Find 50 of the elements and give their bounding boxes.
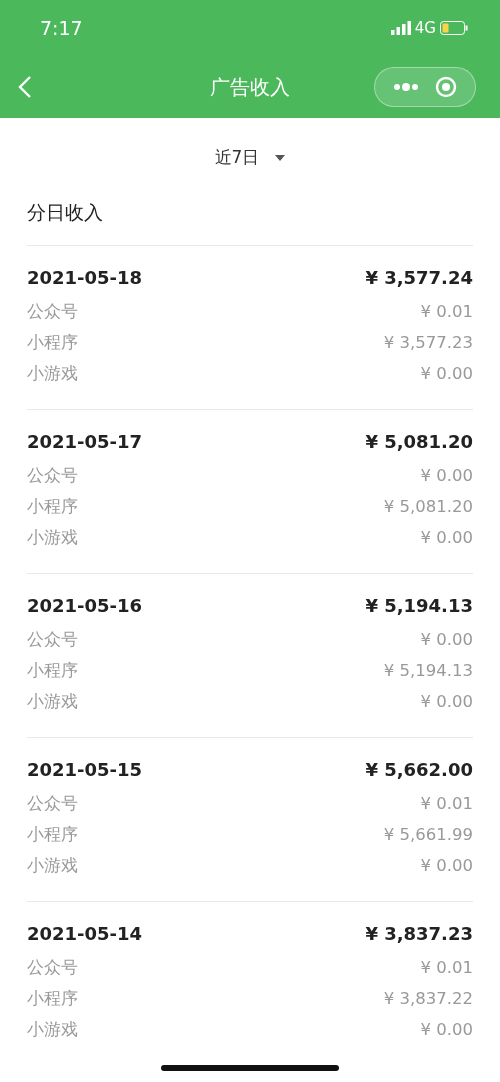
source-label: 小程序 xyxy=(27,331,78,354)
source-amount: ¥ 0.00 xyxy=(420,1018,473,1041)
day-total: ¥ 5,081.20 xyxy=(365,430,473,454)
page-title: 广告收入 xyxy=(210,74,290,101)
day-total: ¥ 3,837.23 xyxy=(365,922,473,946)
day-total: ¥ 5,194.13 xyxy=(365,594,473,618)
source-label: 公众号 xyxy=(27,792,78,815)
source-amount: ¥ 3,577.23 xyxy=(383,331,473,354)
source-amount: ¥ 5,081.20 xyxy=(383,495,473,518)
source-amount: ¥ 3,837.22 xyxy=(383,987,473,1010)
source-amount: ¥ 5,194.13 xyxy=(383,659,473,682)
source-label: 小程序 xyxy=(27,987,78,1010)
source-amount: ¥ 0.01 xyxy=(420,956,473,979)
day-total: ¥ 5,662.00 xyxy=(365,758,473,782)
date-label: 2021-05-14 xyxy=(27,922,143,946)
day-total: ¥ 3,577.24 xyxy=(365,266,473,290)
network-label: 4G xyxy=(414,17,436,39)
source-label: 公众号 xyxy=(27,956,78,979)
date-label: 2021-05-18 xyxy=(27,266,143,290)
status-time: 7:17 xyxy=(40,15,83,41)
date-label: 2021-05-15 xyxy=(27,758,143,782)
date-label: 2021-05-17 xyxy=(27,430,143,454)
back-icon[interactable] xyxy=(18,75,32,99)
source-label: 小游戏 xyxy=(27,1018,78,1041)
source-amount: ¥ 0.00 xyxy=(420,464,473,487)
battery-icon xyxy=(440,21,468,35)
source-label: 小游戏 xyxy=(27,690,78,713)
source-amount: ¥ 0.01 xyxy=(420,792,473,815)
section-title: 分日收入 xyxy=(26,200,104,225)
source-amount: ¥ 0.00 xyxy=(420,854,473,877)
signal-icon xyxy=(390,21,411,35)
caret-icon xyxy=(275,155,286,161)
source-label: 小程序 xyxy=(27,495,78,518)
date-label: 2021-05-16 xyxy=(27,594,143,618)
source-label: 小游戏 xyxy=(27,526,78,549)
source-amount: ¥ 0.00 xyxy=(420,690,473,713)
source-amount: ¥ 0.00 xyxy=(420,526,473,549)
more-icon[interactable] xyxy=(393,83,419,91)
source-label: 公众号 xyxy=(27,628,78,651)
source-label: 小程序 xyxy=(27,823,78,846)
source-label: 公众号 xyxy=(27,300,78,323)
date-range-dropdown[interactable]: 近7日 xyxy=(208,118,292,198)
source-label: 小游戏 xyxy=(27,362,78,385)
source-label: 小程序 xyxy=(27,659,78,682)
source-amount: ¥ 0.01 xyxy=(420,300,473,323)
source-amount: ¥ 0.00 xyxy=(420,628,473,651)
source-label: 小游戏 xyxy=(27,854,78,877)
source-amount: ¥ 0.00 xyxy=(420,362,473,385)
source-label: 公众号 xyxy=(27,464,78,487)
source-amount: ¥ 5,661.99 xyxy=(383,823,473,846)
